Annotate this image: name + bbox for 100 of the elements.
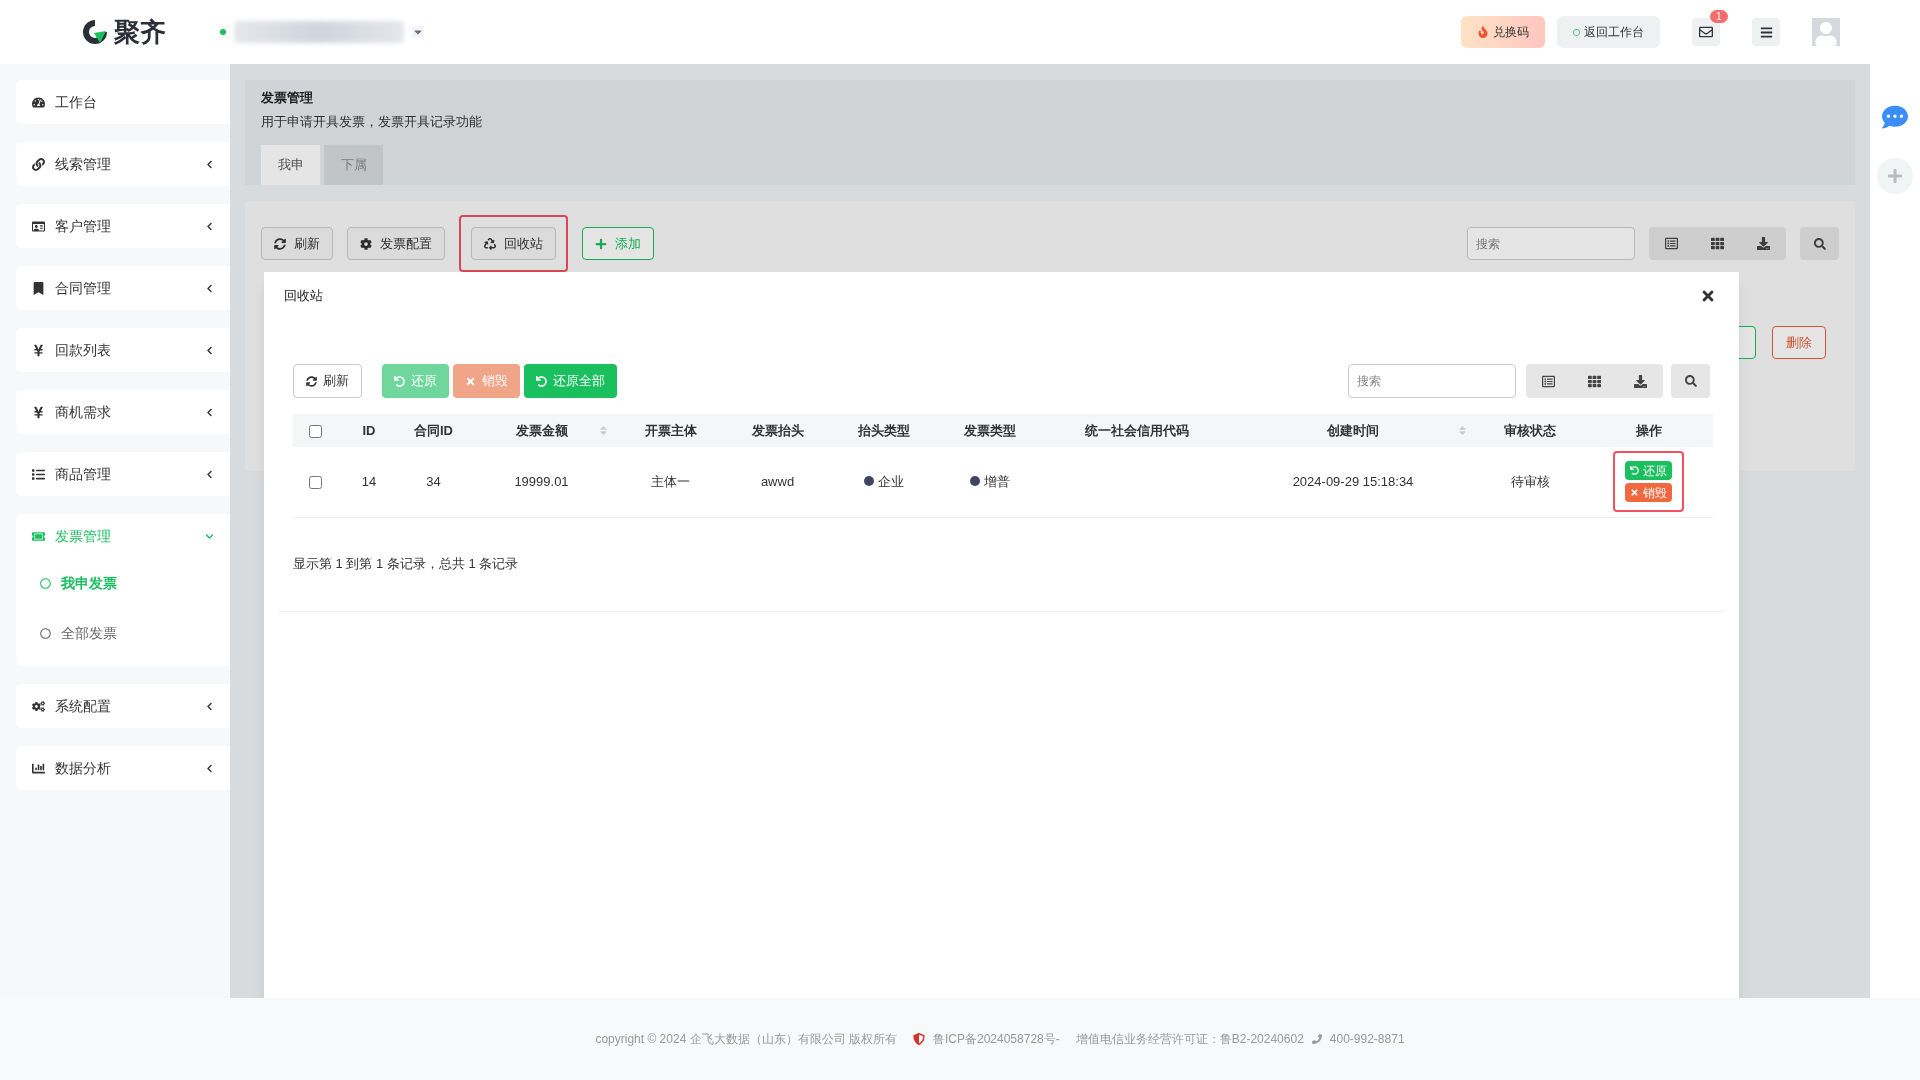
- dialog-title: 回收站: [284, 287, 324, 306]
- logo-icon: [80, 17, 110, 47]
- chevron-left-icon: [205, 701, 214, 711]
- column-header: 抬头类型: [831, 414, 936, 447]
- chevron-left-icon: [205, 345, 214, 355]
- menu-item-icon: [32, 157, 45, 171]
- grid-columns-icon[interactable]: [1711, 237, 1724, 250]
- grid-columns-icon[interactable]: [1588, 374, 1601, 388]
- table-cell: 14: [361, 474, 377, 489]
- pagination-info: 显示第 1 到第 1 条记录，总共 1 条记录: [293, 554, 519, 573]
- recycle-icon: [484, 237, 496, 250]
- search-button[interactable]: [1671, 364, 1710, 398]
- chevron-left-icon: [205, 159, 214, 169]
- sidebar-item[interactable]: 商品管理: [16, 452, 230, 496]
- menu-item-icon: [32, 529, 45, 543]
- search-icon: [1813, 237, 1826, 250]
- chevron-left-icon: [205, 763, 214, 773]
- toolbar-button[interactable]: 回收站: [471, 227, 556, 260]
- menu-icon: [1759, 25, 1773, 39]
- menu-item-icon: [32, 699, 45, 713]
- menu-item-icon: [32, 281, 45, 295]
- sidebar-item[interactable]: 工作台: [16, 80, 230, 124]
- search-field[interactable]: 搜索: [1348, 364, 1516, 398]
- menu-item-icon: [32, 467, 45, 481]
- table-cell: 待审核: [1510, 474, 1550, 489]
- plus-icon: [595, 237, 607, 250]
- sidebar-item[interactable]: 回款列表: [16, 328, 230, 372]
- chevron-left-icon: [205, 469, 214, 479]
- menu-item-icon: [32, 95, 45, 109]
- menu-item-icon: [32, 405, 45, 419]
- column-header: 合同ID: [401, 414, 466, 447]
- undo-icon: [536, 375, 547, 387]
- table-cell-text: 增普: [983, 472, 1010, 491]
- view-buttons[interactable]: [1649, 227, 1786, 260]
- user-silhouette-icon: [1814, 22, 1838, 46]
- menu-item-icon: [32, 219, 45, 233]
- menu-button[interactable]: [1752, 18, 1780, 46]
- column-header: 发票类型: [936, 414, 1043, 447]
- mail-icon: [1699, 25, 1713, 39]
- table-cell: 2024-09-29 15:18:34: [1292, 474, 1414, 489]
- chevron-left-icon: [205, 407, 214, 417]
- search-icon: [1684, 375, 1697, 387]
- column-header: 操作: [1584, 414, 1713, 447]
- table-cell: 34: [426, 474, 441, 489]
- table-cell: awwd: [760, 474, 795, 489]
- column-header[interactable]: 发票金额: [466, 414, 617, 447]
- table-cell-text: 企业: [877, 472, 904, 491]
- chat-icon[interactable]: [1882, 104, 1908, 130]
- column-header: 开票主体: [617, 414, 724, 447]
- export-icon[interactable]: [1756, 237, 1770, 250]
- column-header[interactable]: 创建时间: [1230, 414, 1476, 447]
- submenu-item[interactable]: 全部发票: [16, 608, 230, 658]
- column-header: 统一社会信用代码: [1043, 414, 1230, 447]
- mail-button[interactable]: [1692, 18, 1720, 46]
- close-icon: [465, 375, 476, 387]
- table-cell: 主体一: [651, 474, 690, 489]
- chevron-left-icon: [205, 283, 214, 293]
- export-icon[interactable]: [1633, 374, 1647, 388]
- page-description: 用于申请开具发票，发票开具记录功能: [261, 112, 483, 131]
- list-view-icon[interactable]: [1542, 374, 1556, 388]
- refresh-icon: [274, 237, 286, 250]
- column-header: 审核状态: [1476, 414, 1584, 447]
- select-all-checkbox[interactable]: [308, 424, 322, 438]
- phone-number: 400-992-8871: [1329, 1031, 1405, 1048]
- redeem-button[interactable]: 兑换码: [1461, 16, 1545, 48]
- sidebar-item[interactable]: 线索管理: [16, 142, 230, 186]
- search-button[interactable]: [1800, 227, 1839, 260]
- sidebar-item[interactable]: 客户管理: [16, 204, 230, 248]
- tab[interactable]: 我申: [261, 145, 320, 185]
- fire-icon: [1477, 26, 1489, 38]
- copyright-text: copyright © 2024 企飞大数据（山东）有限公司 版权所有: [595, 1031, 897, 1048]
- table-cell: 19999.01: [514, 474, 569, 489]
- toolbar-button[interactable]: 发票配置: [347, 227, 445, 260]
- workbench-button[interactable]: 返回工作台: [1557, 16, 1660, 48]
- sidebar-item[interactable]: 数据分析: [16, 746, 230, 790]
- close-icon: [1630, 488, 1639, 498]
- phone-icon: [1311, 1034, 1322, 1044]
- toolbar-button[interactable]: 刷新: [261, 227, 333, 260]
- view-buttons[interactable]: [1526, 364, 1663, 398]
- close-icon[interactable]: [1700, 288, 1716, 304]
- column-header: ID: [337, 414, 401, 447]
- dialog-toolbar-button[interactable]: 刷新: [293, 364, 362, 398]
- sidebar-item[interactable]: 合同管理: [16, 266, 230, 310]
- caret-icon[interactable]: [412, 26, 424, 38]
- sidebar-item[interactable]: 系统配置: [16, 684, 230, 728]
- emblem-icon: [913, 1033, 925, 1045]
- search-field[interactable]: 搜索: [1467, 227, 1635, 260]
- refresh-icon: [306, 375, 317, 387]
- undo-icon: [394, 375, 405, 387]
- list-view-icon[interactable]: [1665, 237, 1679, 250]
- license-text: 增值电信业务经营许可证：鲁B2-20240602: [1075, 1031, 1304, 1048]
- row-checkbox[interactable]: [308, 476, 322, 490]
- brand-name: 聚齐: [114, 15, 166, 49]
- sidebar-item[interactable]: 商机需求: [16, 390, 230, 434]
- chevron-down-icon: [205, 531, 214, 541]
- plus-icon: [1887, 168, 1903, 184]
- column-header: 发票抬头: [724, 414, 831, 447]
- undo-icon: [1630, 466, 1639, 476]
- menu-item-icon: [32, 343, 45, 357]
- gear-icon: [360, 237, 372, 250]
